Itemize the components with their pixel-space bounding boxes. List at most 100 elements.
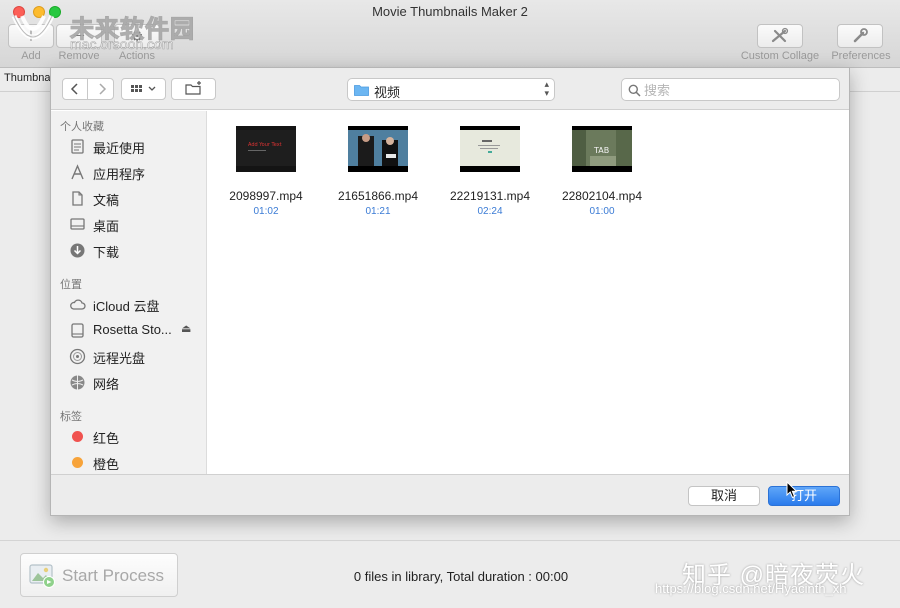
- documents-icon: [72, 191, 83, 206]
- downloads-icon: [70, 243, 85, 258]
- sidebar-item-desktop[interactable]: 桌面: [67, 213, 203, 235]
- file-duration: 02:24: [477, 206, 503, 217]
- start-process-button[interactable]: Start Process: [20, 553, 178, 597]
- mouse-cursor-icon: [786, 481, 798, 499]
- title-bar: Movie Thumbnails Maker 2 ＋ Add － Remove …: [0, 0, 900, 68]
- sidebar-item-remote-disc[interactable]: 远程光盘: [67, 345, 203, 367]
- tags-header: 标签: [60, 411, 82, 423]
- sidebar-item-icloud[interactable]: iCloud 云盘: [67, 293, 203, 315]
- history-nav: [62, 78, 114, 100]
- sidebar-item-network[interactable]: 网络: [67, 371, 203, 393]
- file-name: 22219131.mp4: [449, 189, 531, 203]
- forward-button[interactable]: [89, 79, 114, 99]
- custom-collage-button[interactable]: [757, 24, 803, 48]
- open-file-dialog: 视频 ▴▾ 个人收藏 最近使用 应用程序 文稿 桌面: [50, 67, 850, 516]
- sidebar-item-label: 红色: [93, 431, 120, 446]
- disk-icon: [71, 323, 84, 338]
- search-input[interactable]: [644, 81, 834, 99]
- wrench-icon: [853, 28, 868, 43]
- file-item[interactable]: Add Your Text 2098997.mp4 01:02: [211, 125, 321, 225]
- sidebar-item-label: iCloud 云盘: [93, 299, 160, 314]
- sidebar-item-rosetta-disk[interactable]: Rosetta Sto... ⏏: [67, 319, 203, 341]
- file-name: 22802104.mp4: [561, 189, 643, 203]
- locations-header: 位置: [60, 279, 82, 291]
- file-item[interactable]: 22219131.mp4 02:24: [435, 125, 545, 225]
- recents-icon: [71, 139, 84, 154]
- file-item[interactable]: TAB 22802104.mp4 01:00: [547, 125, 657, 225]
- sidebar-item-recents[interactable]: 最近使用: [67, 135, 203, 157]
- file-item[interactable]: 21651866.mp4 01:21: [323, 125, 433, 225]
- dialog-sidebar: 个人收藏 最近使用 应用程序 文稿 桌面 下载 位置 iCloud 云盘 Ros…: [51, 111, 207, 474]
- sidebar-item-label: 下载: [93, 245, 120, 260]
- sidebar-item-label: 远程光盘: [93, 351, 146, 366]
- chevron-left-icon: [70, 83, 78, 95]
- open-button[interactable]: 打开: [768, 486, 840, 506]
- back-button[interactable]: [63, 79, 88, 99]
- thumbnail-caption: TAB: [593, 146, 609, 155]
- video-thumbnail: Add Your Text: [236, 126, 296, 172]
- folder-icon: [354, 85, 369, 96]
- actions-label: Actions: [118, 50, 156, 62]
- actions-button[interactable]: ⚙: [114, 24, 160, 48]
- search-icon: [628, 84, 641, 97]
- sidebar-item-label: Rosetta Sto...: [93, 322, 172, 337]
- tools-icon: [771, 27, 789, 43]
- sidebar-item-applications[interactable]: 应用程序: [67, 161, 203, 183]
- csdn-watermark: https://blog.csdn.net/Hyacinth_xh: [655, 581, 847, 596]
- video-thumbnail: TAB: [572, 126, 632, 172]
- location-popup[interactable]: 视频 ▴ ▾: [347, 78, 555, 101]
- sidebar-item-label: 桌面: [93, 219, 120, 234]
- preferences-label: Preferences: [831, 50, 891, 62]
- file-browser: Add Your Text 2098997.mp4 01:02 21651866…: [208, 111, 849, 474]
- sidebar-item-documents[interactable]: 文稿: [67, 187, 203, 209]
- sidebar-item-label: 文稿: [93, 193, 120, 208]
- cancel-button[interactable]: 取消: [688, 486, 760, 506]
- preferences-button[interactable]: [837, 24, 883, 48]
- file-name: 2098997.mp4: [229, 189, 303, 203]
- network-icon: [70, 375, 85, 390]
- grid-view-icon: [131, 85, 156, 92]
- remote-disc-icon: [69, 348, 86, 365]
- add-icon: ＋: [24, 28, 38, 44]
- sidebar-item-downloads[interactable]: 下载: [67, 239, 203, 261]
- remove-icon: －: [72, 28, 86, 44]
- favorites-header: 个人收藏: [60, 121, 104, 133]
- file-duration: 01:21: [365, 206, 391, 217]
- current-folder-name: 视频: [374, 85, 401, 100]
- video-thumbnail: [348, 126, 408, 172]
- chevron-right-icon: [98, 83, 106, 95]
- new-folder-icon: [185, 81, 201, 95]
- thumbnails-tab-label[interactable]: Thumbna: [4, 72, 50, 84]
- dialog-footer: 取消 打开: [51, 474, 849, 515]
- image-icon: [29, 564, 55, 588]
- applications-icon: [71, 164, 84, 180]
- add-label: Add: [21, 50, 41, 62]
- search-field[interactable]: [621, 78, 840, 101]
- thumbnail-caption: Add Your Text: [248, 142, 282, 148]
- sidebar-item-tag-orange[interactable]: 橙色: [67, 451, 203, 473]
- library-status: 0 files in library, Total duration : 00:…: [353, 569, 569, 584]
- eject-icon[interactable]: ⏏: [181, 322, 191, 335]
- window-title: Movie Thumbnails Maker 2: [372, 4, 528, 19]
- video-thumbnail: [460, 126, 520, 172]
- icloud-icon: [70, 299, 86, 310]
- sidebar-item-label: 最近使用: [93, 141, 146, 156]
- remove-label: Remove: [58, 50, 100, 62]
- sidebar-item-label: 应用程序: [93, 167, 146, 182]
- file-name: 21651866.mp4: [337, 189, 419, 203]
- sidebar-item-label: 网络: [93, 377, 120, 392]
- dialog-toolbar: 视频 ▴ ▾: [51, 68, 849, 110]
- view-mode-button[interactable]: [121, 78, 166, 100]
- file-duration: 01:00: [589, 206, 615, 217]
- file-duration: 01:02: [253, 206, 279, 217]
- start-process-label: Start Process: [62, 566, 165, 585]
- custom-collage-label: Custom Collage: [740, 50, 820, 62]
- updown-arrows-icon: ▴ ▾: [544, 79, 549, 98]
- remove-button[interactable]: －: [56, 24, 102, 48]
- orange-tag-dot: [72, 457, 83, 468]
- new-folder-button[interactable]: [171, 78, 216, 100]
- sidebar-item-label: 橙色: [93, 457, 120, 472]
- sidebar-item-tag-red[interactable]: 红色: [67, 425, 203, 447]
- add-button[interactable]: ＋: [8, 24, 54, 48]
- desktop-icon: [70, 218, 85, 230]
